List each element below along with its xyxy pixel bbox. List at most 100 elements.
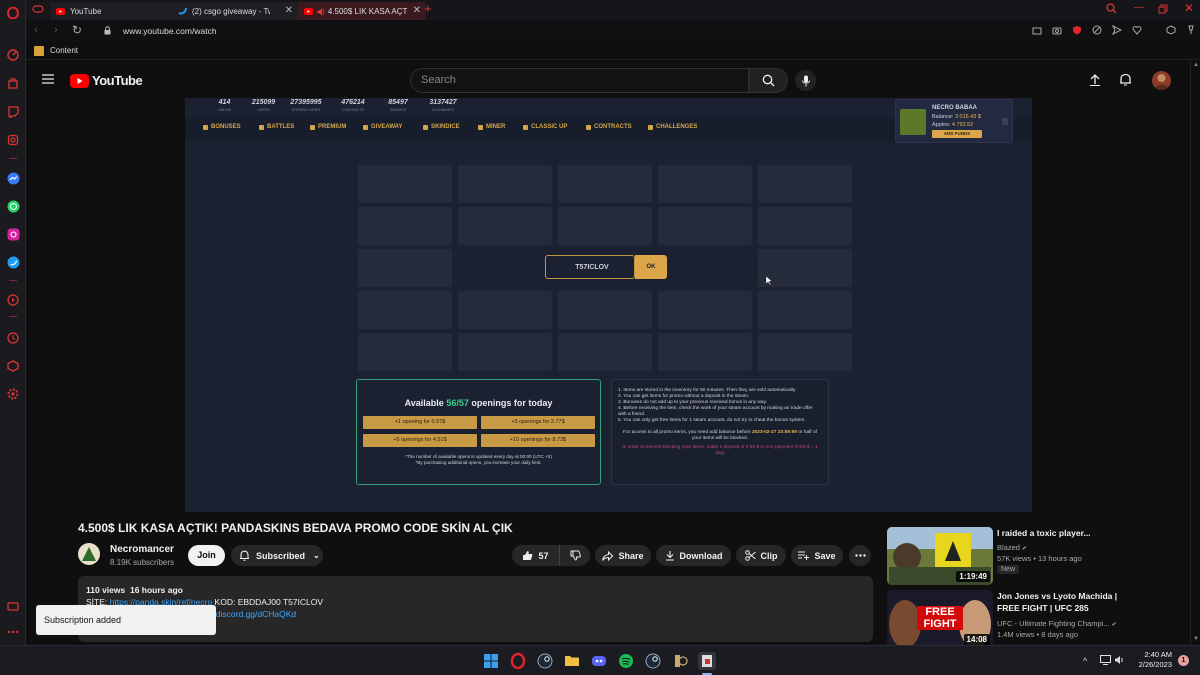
like-button[interactable]: 57 [512,545,560,566]
discord-icon[interactable] [590,652,608,670]
steam-icon-2[interactable] [644,652,662,670]
restore-icon[interactable] [1158,4,1168,14]
windows-start-icon[interactable] [482,652,500,670]
capture-app-icon[interactable] [698,652,716,670]
grid-cell [558,291,652,329]
subscribed-button[interactable]: Subscribed ⌄ [231,545,323,566]
site-balance: Balance: 3 015.43 $ [932,114,981,120]
more-actions-button[interactable] [849,545,871,566]
vpn-shield-icon[interactable] [1072,25,1082,35]
minimize-icon[interactable]: — [1134,2,1144,13]
send-icon[interactable] [1112,25,1122,35]
tab-title: (2) csgo giveaway - Twitter [192,6,270,16]
rule-5: 5. You can only get free items for 1 ste… [618,418,806,423]
hamburger-menu-icon[interactable] [42,74,54,84]
nav-battles: BATTLES [259,124,294,130]
twitch-icon[interactable] [5,104,21,120]
scroll-down-icon[interactable]: ▼ [1193,636,1199,642]
youtube-logo-text: YouTube [92,73,143,88]
clip-button[interactable]: Clip [736,545,786,566]
forward-icon[interactable]: › [54,24,58,36]
download-icon [665,551,674,561]
like-count: 57 [538,550,549,561]
scissors-icon [744,550,756,561]
verified-check-icon: ✔ [1111,622,1117,628]
user-avatar[interactable] [1152,71,1171,90]
download-button[interactable]: Download [656,545,731,566]
buy-1-opening-button: +1 opening for 0.97$ [363,416,477,429]
settings-gear-icon[interactable] [5,386,21,402]
channel-name[interactable]: Necromancer [110,544,174,555]
taskbar-clock[interactable]: 2:40 AM 2/26/2023 [1120,650,1172,670]
opera-logo-icon[interactable] [5,5,21,21]
lock-icon [104,26,111,35]
opera-taskbar-icon[interactable] [509,652,527,670]
upload-icon[interactable] [1089,74,1101,86]
dislike-button[interactable] [560,545,590,566]
close-tab-icon[interactable]: ✕ [285,5,293,16]
youtube-logo[interactable]: YouTube [70,73,143,88]
tab-search-icon[interactable] [1106,3,1117,14]
extensions-icon[interactable] [1166,25,1176,35]
audio-playing-icon[interactable]: ◀) [316,7,325,16]
spotify-icon[interactable] [617,652,635,670]
back-icon[interactable]: ‹ [34,24,38,36]
related-video[interactable]: FREE FIGHT 14:08 Jon Jones vs Lyoto Mach… [887,590,1187,648]
whatsapp-icon[interactable] [5,198,21,214]
grid-cell [358,333,452,371]
league-client-icon[interactable] [671,652,689,670]
youtube-favicon-icon [304,7,313,15]
save-button[interactable]: Save [791,545,843,566]
related-thumbnail[interactable]: 1:19:49 [887,527,993,585]
file-explorer-icon[interactable] [563,652,581,670]
bell-icon [240,550,249,561]
instagram-outline-icon[interactable] [5,132,21,148]
new-tab-plus-icon[interactable]: + [424,1,432,16]
search-input[interactable]: Search [410,68,748,93]
nav-giveaway: GIVEAWAY [363,124,402,130]
show-hidden-icons-icon[interactable]: ^ [1083,656,1087,666]
wallet-icon[interactable] [1186,25,1196,35]
video-player[interactable]: 414 ONLINE 215099 USERS 27395995 OPENING CA… [185,98,1032,512]
download-label: Download [679,550,723,561]
messenger-icon[interactable] [5,170,21,186]
close-tab-icon[interactable]: ✕ [413,5,421,16]
address-bar-row: ‹ › ↻ www.youtube.com/watch [26,20,1200,42]
display-icon[interactable] [1100,655,1111,665]
nav-premium: PREMIUM [310,124,346,130]
share-page-icon[interactable] [1032,25,1042,35]
url-text[interactable]: www.youtube.com/watch [123,26,217,36]
history-icon[interactable] [5,330,21,346]
thumbs-up-icon [523,551,533,560]
speed-dial-icon[interactable] [5,47,21,63]
heart-icon[interactable] [1132,25,1142,35]
more-dots-icon[interactable] [5,624,21,640]
workspaces-icon[interactable] [32,4,44,14]
close-window-icon[interactable]: ✕ [1184,1,1194,15]
tab-active-video[interactable]: ◀) 4.500$ LIK KASA AÇTIK ✕ [298,2,426,20]
page-scrollbar[interactable]: ▲ ▼ [1190,60,1200,645]
notification-count-badge[interactable]: 1 [1178,655,1189,666]
scroll-up-icon[interactable]: ▲ [1193,62,1199,68]
search-button[interactable] [748,68,788,93]
grid-cell [358,207,452,245]
shopping-bag-icon[interactable] [5,75,21,91]
join-button[interactable]: Join [188,545,225,566]
related-thumbnail[interactable]: FREE FIGHT 14:08 [887,590,993,648]
extensions-cube-icon[interactable] [5,358,21,374]
channel-avatar[interactable] [78,543,100,565]
instagram-icon[interactable] [5,226,21,242]
share-button[interactable]: Share [595,545,651,566]
adblock-icon[interactable] [1092,25,1102,35]
tab-twitter[interactable]: (2) csgo giveaway - Twitter ✕ [172,2,298,20]
bookmark-content[interactable]: Content [50,46,78,55]
related-video[interactable]: 1:19:49 I raided a toxic player... Blaze… [887,527,1187,587]
player-icon[interactable] [5,292,21,308]
twitter-icon[interactable] [5,254,21,270]
notifications-bell-icon[interactable] [1119,73,1132,86]
camera-icon[interactable] [1052,25,1062,35]
steam-icon[interactable] [536,652,554,670]
voice-search-button[interactable] [795,70,816,91]
screenshot-icon[interactable] [5,598,21,614]
reload-icon[interactable]: ↻ [72,23,82,37]
